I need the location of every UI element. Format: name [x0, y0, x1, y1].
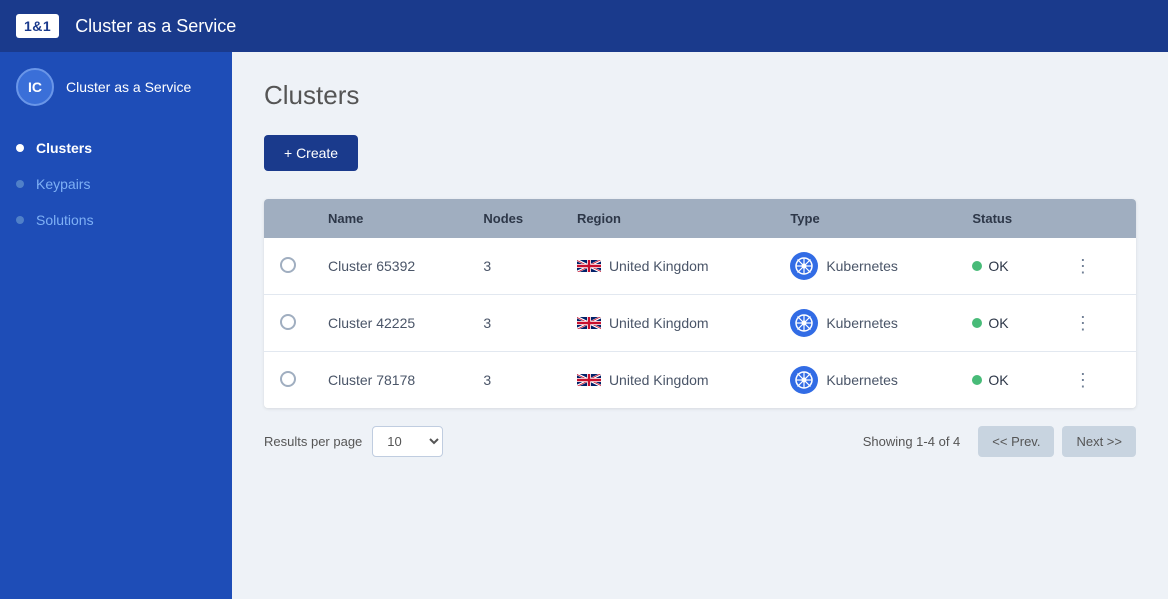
table-body: Cluster 65392 3 United Kingdom [264, 238, 1136, 408]
row-name: Cluster 42225 [312, 295, 467, 352]
sidebar-nav: Clusters Keypairs Solutions [0, 130, 232, 238]
table-row[interactable]: Cluster 65392 3 United Kingdom [264, 238, 1136, 295]
create-button[interactable]: + Create [264, 135, 358, 171]
uk-flag-icon [577, 258, 601, 274]
kubernetes-icon [790, 252, 818, 280]
status-text: OK [988, 315, 1008, 331]
prev-button[interactable]: << Prev. [978, 426, 1054, 457]
nav-dot-solutions [16, 216, 24, 224]
logo: 1&1 [16, 14, 59, 38]
sidebar-item-keypairs[interactable]: Keypairs [0, 166, 232, 202]
content-area: Clusters + Create Name Nodes Region Type… [232, 52, 1168, 599]
row-radio-cell [264, 238, 312, 295]
kubernetes-icon [790, 309, 818, 337]
nav-dot-clusters [16, 144, 24, 152]
col-type: Type [774, 199, 956, 238]
col-actions [1050, 199, 1136, 238]
sidebar-item-solutions-label: Solutions [36, 212, 94, 228]
clusters-table-container: Name Nodes Region Type Status Cluster 65… [264, 199, 1136, 408]
uk-flag-icon [577, 372, 601, 388]
col-status: Status [956, 199, 1050, 238]
region-name: United Kingdom [609, 258, 709, 274]
main-layout: IC Cluster as a Service Clusters Keypair… [0, 52, 1168, 599]
row-nodes: 3 [467, 295, 561, 352]
next-button[interactable]: Next >> [1062, 426, 1136, 457]
sidebar: IC Cluster as a Service Clusters Keypair… [0, 52, 232, 599]
kubernetes-icon [790, 366, 818, 394]
app-title: Cluster as a Service [75, 16, 236, 37]
sidebar-item-solutions[interactable]: Solutions [0, 202, 232, 238]
status-text: OK [988, 372, 1008, 388]
row-status: OK [956, 238, 1050, 295]
nav-dot-keypairs [16, 180, 24, 188]
row-radio[interactable] [280, 371, 296, 387]
uk-flag-icon [577, 315, 601, 331]
row-actions-cell: ⋮ [1050, 295, 1136, 352]
row-region: United Kingdom [561, 238, 774, 295]
sidebar-item-clusters[interactable]: Clusters [0, 130, 232, 166]
row-type: Kubernetes [774, 295, 956, 352]
row-type: Kubernetes [774, 352, 956, 409]
type-name: Kubernetes [826, 315, 898, 331]
avatar: IC [16, 68, 54, 106]
status-dot [972, 261, 982, 271]
col-name: Name [312, 199, 467, 238]
pagination-controls: Showing 1-4 of 4 << Prev. Next >> [863, 426, 1136, 457]
per-page-section: Results per page 10 25 50 [264, 426, 443, 457]
row-actions-cell: ⋮ [1050, 238, 1136, 295]
status-dot [972, 375, 982, 385]
status-dot [972, 318, 982, 328]
row-name: Cluster 65392 [312, 238, 467, 295]
row-radio-cell [264, 352, 312, 409]
type-name: Kubernetes [826, 258, 898, 274]
row-status: OK [956, 295, 1050, 352]
sidebar-header: IC Cluster as a Service [0, 52, 232, 122]
table-row[interactable]: Cluster 78178 3 United Kingdom [264, 352, 1136, 409]
topbar: 1&1 Cluster as a Service [0, 0, 1168, 52]
col-region: Region [561, 199, 774, 238]
page-title: Clusters [264, 80, 1136, 111]
row-radio-cell [264, 295, 312, 352]
sidebar-item-keypairs-label: Keypairs [36, 176, 90, 192]
showing-text: Showing 1-4 of 4 [863, 434, 961, 449]
region-name: United Kingdom [609, 372, 709, 388]
row-radio[interactable] [280, 257, 296, 273]
row-status: OK [956, 352, 1050, 409]
clusters-table: Name Nodes Region Type Status Cluster 65… [264, 199, 1136, 408]
row-region: United Kingdom [561, 352, 774, 409]
row-actions-button[interactable]: ⋮ [1066, 253, 1100, 279]
row-nodes: 3 [467, 352, 561, 409]
sidebar-service-name: Cluster as a Service [66, 79, 191, 95]
row-name: Cluster 78178 [312, 352, 467, 409]
pagination-row: Results per page 10 25 50 Showing 1-4 of… [264, 408, 1136, 461]
col-radio [264, 199, 312, 238]
per-page-select[interactable]: 10 25 50 [372, 426, 443, 457]
region-name: United Kingdom [609, 315, 709, 331]
row-actions-cell: ⋮ [1050, 352, 1136, 409]
table-row[interactable]: Cluster 42225 3 United Kingdom [264, 295, 1136, 352]
sidebar-item-clusters-label: Clusters [36, 140, 92, 156]
per-page-label: Results per page [264, 434, 362, 449]
table-header: Name Nodes Region Type Status [264, 199, 1136, 238]
row-radio[interactable] [280, 314, 296, 330]
row-actions-button[interactable]: ⋮ [1066, 310, 1100, 336]
row-actions-button[interactable]: ⋮ [1066, 367, 1100, 393]
row-region: United Kingdom [561, 295, 774, 352]
row-type: Kubernetes [774, 238, 956, 295]
row-nodes: 3 [467, 238, 561, 295]
status-text: OK [988, 258, 1008, 274]
col-nodes: Nodes [467, 199, 561, 238]
type-name: Kubernetes [826, 372, 898, 388]
